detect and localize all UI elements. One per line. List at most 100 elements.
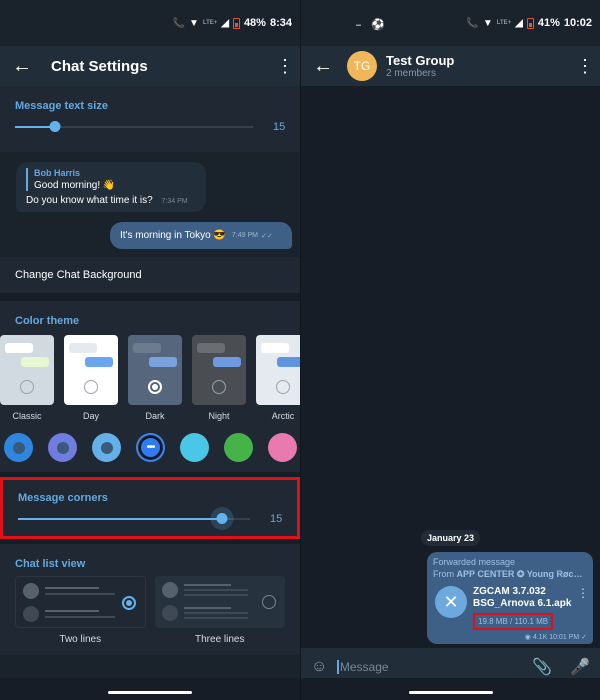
theme-option-day[interactable]: Day xyxy=(64,335,118,421)
line-placeholder xyxy=(183,617,248,619)
message-meta: ◉ 4.1K 10:01 PM ✓ xyxy=(525,633,587,641)
emoji-icon[interactable]: ☺ xyxy=(311,658,327,676)
theme-radio[interactable] xyxy=(84,380,98,394)
group-name: Test Group xyxy=(386,53,455,68)
accent-color-0[interactable] xyxy=(4,433,33,462)
outgoing-bubble-preview xyxy=(149,357,177,367)
text-cursor xyxy=(337,659,339,674)
line-placeholder xyxy=(183,589,248,591)
corners-slider[interactable] xyxy=(18,513,250,524)
more-colors-icon[interactable]: ••• xyxy=(139,436,162,459)
two-lines-option[interactable] xyxy=(15,576,146,628)
theme-radio[interactable] xyxy=(276,380,290,394)
avatar-placeholder xyxy=(161,605,178,621)
forwarded-from[interactable]: From APP CENTER ✪ Young Røc… xyxy=(433,568,587,580)
forward-source[interactable]: APP CENTER ✪ Young Røc… xyxy=(457,569,583,579)
accent-color-1[interactable] xyxy=(48,433,77,462)
volte-call-icon: 📞 xyxy=(172,17,185,29)
group-avatar[interactable]: TG xyxy=(347,51,377,81)
battery-percent: 48% xyxy=(243,17,266,29)
app-bar: ← Chat Settings ⋮ xyxy=(0,46,300,86)
theme-name: Day xyxy=(82,411,99,421)
more-vert-icon[interactable]: ⋮ xyxy=(576,56,594,77)
theme-preview[interactable] xyxy=(0,335,54,405)
theme-option-night[interactable]: Night xyxy=(192,335,246,421)
theme-list: Classic Day Dark Night Arctic xyxy=(0,327,300,421)
lte-indicator: LTE+ xyxy=(496,20,512,26)
color-theme-label: Color theme xyxy=(15,315,80,327)
theme-option-dark[interactable]: Dark xyxy=(128,335,182,421)
two-lines-radio[interactable] xyxy=(121,596,136,610)
theme-option-classic[interactable]: Classic xyxy=(0,335,54,421)
theme-name: Dark xyxy=(145,411,165,421)
reply-quote: Bob Harris Good morning! 👋 xyxy=(26,168,198,191)
text-size-label: Message text size xyxy=(15,100,108,112)
three-lines-radio[interactable] xyxy=(262,595,276,609)
theme-preview[interactable] xyxy=(128,335,182,405)
line-placeholder xyxy=(45,587,99,589)
theme-preview[interactable] xyxy=(64,335,118,405)
paperclip-icon[interactable]: 📎 xyxy=(532,657,552,677)
theme-preview[interactable] xyxy=(192,335,246,405)
theme-option-arctic[interactable]: Arctic xyxy=(256,335,300,421)
reply-sender: Bob Harris xyxy=(34,168,81,178)
arrow-left-icon[interactable]: ← xyxy=(313,55,343,78)
text-size-section: Message text size 15 xyxy=(0,86,300,152)
home-gesture-pill[interactable] xyxy=(408,691,493,694)
message-time: 10:01 PM xyxy=(549,634,580,641)
view-count: 4.1K xyxy=(532,634,548,641)
incoming-bubble-preview xyxy=(261,343,289,353)
message-preview: Bob Harris Good morning! 👋 Do you know w… xyxy=(0,152,300,257)
message-input[interactable]: Message xyxy=(340,660,532,674)
line-placeholder xyxy=(183,612,248,614)
microphone-icon[interactable]: 🎤 xyxy=(570,657,590,677)
accent-color-6[interactable] xyxy=(268,433,297,462)
incoming-bubble-preview xyxy=(5,343,33,353)
outgoing-bubble-preview xyxy=(213,357,241,367)
accent-color-5[interactable] xyxy=(224,433,253,462)
theme-radio[interactable] xyxy=(212,380,226,394)
two-lines-label: Two lines xyxy=(59,634,102,645)
arrow-left-icon[interactable]: ← xyxy=(12,55,42,78)
slider-thumb[interactable] xyxy=(49,121,61,132)
accent-color-list: ••• xyxy=(4,421,297,472)
group-info[interactable]: Test Group 2 members xyxy=(386,53,576,79)
slider-thumb[interactable] xyxy=(216,513,228,524)
incoming-text: Do you know what time it is? xyxy=(26,195,153,206)
theme-preview[interactable] xyxy=(256,335,300,405)
accent-color-3[interactable]: ••• xyxy=(136,433,165,462)
wifi-icon: ▼ xyxy=(482,17,493,29)
outgoing-bubble-preview xyxy=(21,357,49,367)
outgoing-message: It's morning in Tokyo 😎 7:49 PM ✓✓ xyxy=(110,222,292,249)
signal-icon: ◢ xyxy=(515,17,523,29)
theme-radio[interactable] xyxy=(20,380,34,394)
more-vert-icon[interactable]: ⋮ xyxy=(276,56,294,77)
eye-icon: ◉ xyxy=(524,634,531,641)
line-placeholder xyxy=(183,607,231,609)
accent-inner-dot xyxy=(56,441,69,454)
line-placeholder xyxy=(45,616,115,618)
file-menu-icon[interactable]: ⋮ xyxy=(577,586,589,600)
file-name-line-1: ZGCAM 3.7.032 xyxy=(473,586,546,597)
member-count: 2 members xyxy=(386,68,437,79)
line-placeholder xyxy=(183,584,231,586)
accent-color-4[interactable] xyxy=(180,433,209,462)
status-bar: 📞 ▼ LTE+ ◢ 48% 8:34 xyxy=(0,0,300,46)
three-lines-option[interactable] xyxy=(154,576,285,628)
theme-radio[interactable] xyxy=(148,380,162,394)
battery-icon xyxy=(526,17,534,29)
accent-inner-dot xyxy=(12,441,25,454)
outgoing-bubble-preview xyxy=(277,357,300,367)
navigation-bar xyxy=(301,678,600,700)
cancel-download-icon[interactable]: ✕ xyxy=(435,586,467,618)
home-gesture-pill[interactable] xyxy=(108,691,192,694)
incoming-bubble-preview xyxy=(69,343,97,353)
outgoing-bubble-preview xyxy=(85,357,113,367)
forwarded-file-message[interactable]: Forwarded message From APP CENTER ✪ Youn… xyxy=(427,552,593,644)
accent-color-2[interactable] xyxy=(92,433,121,462)
avatar-placeholder xyxy=(23,606,39,622)
reply-text: Good morning! 👋 xyxy=(34,180,116,191)
text-size-slider[interactable] xyxy=(15,121,253,132)
page-title: Chat Settings xyxy=(51,57,148,75)
change-background-button[interactable]: Change Chat Background xyxy=(0,257,300,293)
